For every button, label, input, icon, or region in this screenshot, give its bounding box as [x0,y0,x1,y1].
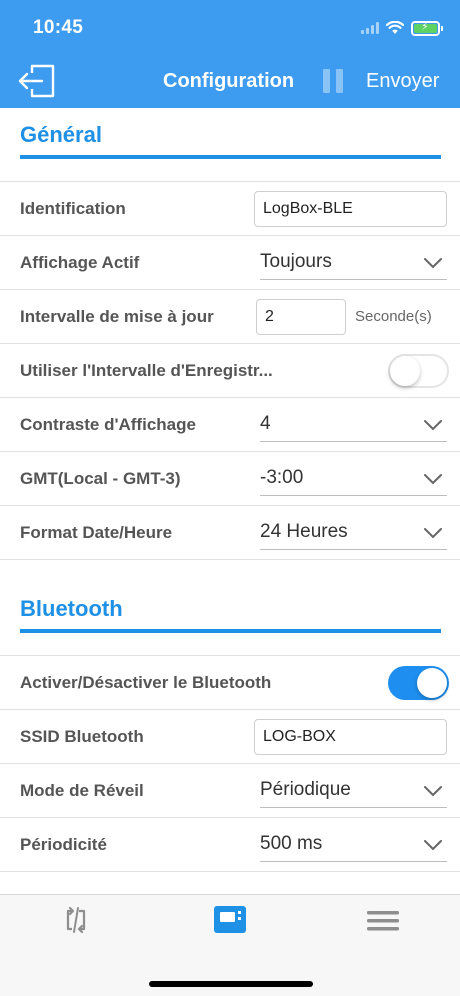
utiliser-intervalle-toggle[interactable] [388,354,449,388]
row-label: Affichage Actif [20,253,140,272]
row-utiliser-intervalle: Utiliser l'Intervalle d'Enregistr... [0,344,460,398]
intervalle-input[interactable] [256,299,346,335]
section-underline [20,155,441,159]
select-value: 24 Heures [260,521,348,542]
page-title: Configuration [163,70,295,92]
select-value: Périodique [260,779,351,800]
row-label: Utiliser l'Intervalle d'Enregistr... [20,361,273,380]
select-value: -3:00 [260,467,304,488]
row-label: Périodicité [20,835,107,854]
row-format-date: Format Date/Heure 24 Heures [0,506,460,560]
chevron-down-icon [424,474,442,485]
row-intervalle: Intervalle de mise à jour Seconde(s) [0,290,460,344]
tab-device[interactable] [210,903,250,937]
home-indicator [149,981,313,987]
battery-charging-icon [411,20,443,36]
row-label: SSID Bluetooth [20,727,144,746]
tab-menu[interactable] [363,903,403,937]
chevron-down-icon [424,786,442,797]
row-identification: Identification [0,182,460,236]
app-header: 10:45 Configuration Envoyer [0,0,460,108]
row-label: Intervalle de mise à jour [20,307,214,326]
chevron-down-icon [424,528,442,539]
logout-icon [18,64,55,98]
chevron-down-icon [424,840,442,851]
cellular-signal-icon [361,22,379,34]
unit-label: Seconde(s) [355,308,432,325]
wifi-icon [386,21,404,34]
row-gmt: GMT(Local - GMT-3) -3:00 [0,452,460,506]
identification-input[interactable] [254,191,447,227]
row-ssid: SSID Bluetooth [0,710,460,764]
sync-icon [66,906,86,934]
section-title: Général [20,122,102,147]
row-label: Contraste d'Affichage [20,415,196,434]
status-time: 10:45 [33,17,84,38]
select-value: 500 ms [260,833,323,854]
row-contraste: Contraste d'Affichage 4 [0,398,460,452]
row-label: GMT(Local - GMT-3) [20,469,181,488]
tab-sync[interactable] [56,903,96,937]
status-icons [361,17,443,39]
format-date-select[interactable]: 24 Heures [260,518,447,550]
select-value: Toujours [260,251,332,272]
select-value: 4 [260,413,271,434]
section-underline [20,629,441,633]
periodicite-select[interactable]: 500 ms [260,830,447,862]
section-general: Général [0,108,460,182]
section-title: Bluetooth [20,596,123,621]
logout-button[interactable] [18,63,56,99]
gmt-select[interactable]: -3:00 [260,464,447,496]
mode-reveil-select[interactable]: Périodique [260,776,447,808]
ssid-input[interactable] [254,719,447,755]
toggle-knob [417,668,447,698]
send-button[interactable]: Envoyer [366,70,439,93]
contraste-select[interactable]: 4 [260,410,447,442]
row-label: Activer/Désactiver le Bluetooth [20,673,272,692]
row-activer-bluetooth: Activer/Désactiver le Bluetooth [0,656,460,710]
row-label: Mode de Réveil [20,781,144,800]
menu-icon [367,911,399,931]
section-bluetooth: Bluetooth [0,582,460,656]
toggle-knob [390,356,420,386]
row-mode-reveil: Mode de Réveil Périodique [0,764,460,818]
chevron-down-icon [424,258,442,269]
chevron-down-icon [424,420,442,431]
affichage-actif-select[interactable]: Toujours [260,248,447,280]
row-label: Format Date/Heure [20,523,173,542]
row-affichage-actif: Affichage Actif Toujours [0,236,460,290]
pause-icon[interactable] [323,69,345,93]
bluetooth-toggle[interactable] [388,666,449,700]
device-icon [214,906,246,933]
row-periodicite: Périodicité 500 ms [0,818,460,872]
row-label: Identification [20,199,126,218]
